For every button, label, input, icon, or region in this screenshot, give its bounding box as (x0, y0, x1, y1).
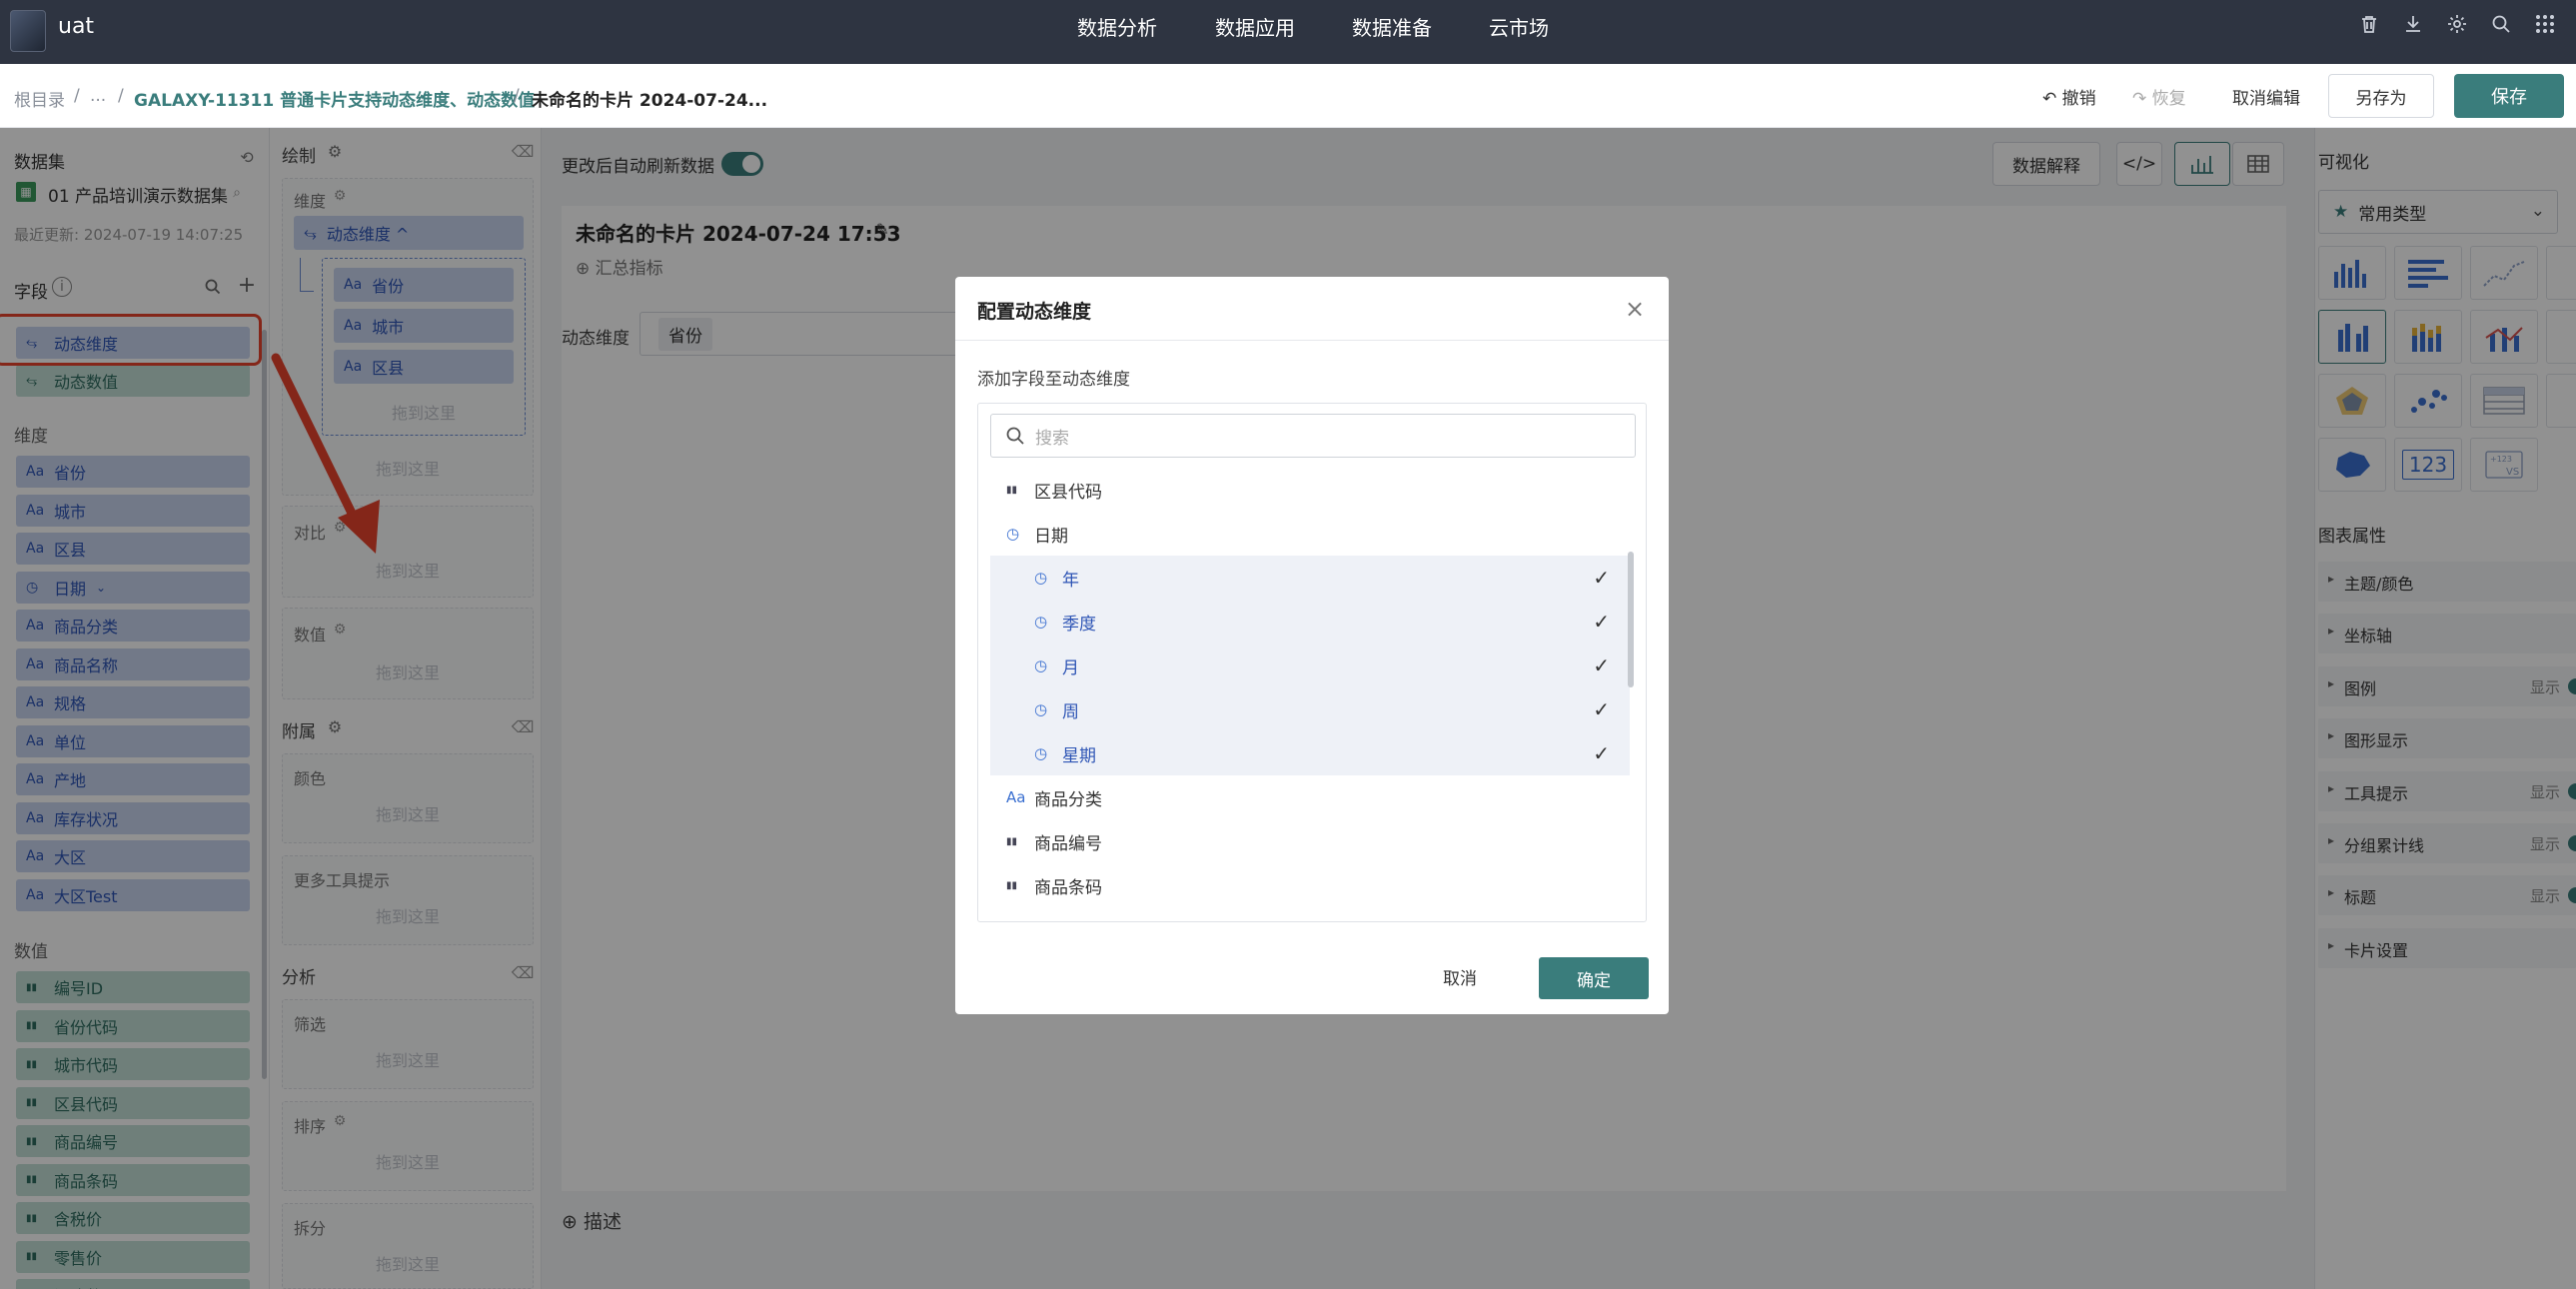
dialog-field-label: 区县代码 (1034, 482, 1102, 503)
search-icon (1006, 427, 1024, 445)
dialog-field-item[interactable]: ▮▮ 商品条码 (990, 863, 1630, 907)
dialog-field-label: 商品编号 (1034, 833, 1102, 854)
measure-field-icon: ▮▮ (1006, 835, 1018, 847)
save-button[interactable]: 保存 (2454, 74, 2564, 118)
save-as-button[interactable]: 另存为 (2328, 74, 2434, 118)
close-icon[interactable]: × (1621, 295, 1649, 323)
config-dynamic-dimension-dialog: 配置动态维度 × 添加字段至动态维度 搜索 ▮▮ 区县代码 ◷ 日期 ◷ 年 ✓ ◷ 季度 ✓ ◷ 月… (955, 277, 1669, 1014)
dialog-cancel-button[interactable]: 取消 (1443, 964, 1477, 989)
date-field-icon: ◷ (1034, 656, 1048, 674)
dialog-scrollbar[interactable] (1628, 552, 1634, 687)
undo-label: 撤销 (2061, 89, 2096, 109)
dialog-field-item[interactable]: ◷ 季度 ✓ (990, 600, 1630, 644)
dialog-field-label: 商品条码 (1034, 877, 1102, 898)
date-field-icon: ◷ (1006, 525, 1020, 543)
check-icon: ✓ (1593, 697, 1610, 721)
dialog-field-label: 月 (1062, 657, 1079, 678)
measure-field-icon: ▮▮ (1006, 484, 1018, 496)
dialog-field-item[interactable]: ◷ 周 ✓ (990, 687, 1630, 731)
dialog-field-item[interactable]: ◷ 日期 (990, 512, 1630, 556)
undo-button[interactable]: ↶ 撤销 (2042, 84, 2096, 109)
dialog-ok-button[interactable]: 确定 (1539, 957, 1649, 999)
breadcrumb-root[interactable]: 根目录 (14, 86, 65, 111)
dialog-title: 配置动态维度 (977, 301, 1092, 323)
check-icon: ✓ (1593, 610, 1610, 634)
date-field-icon: ◷ (1034, 613, 1048, 631)
date-field-icon: ◷ (1034, 700, 1048, 718)
dialog-field-item[interactable]: Aa 商品分类 (990, 775, 1630, 819)
breadcrumb-current: 未命名的卡片 2024-07-24... (532, 91, 768, 111)
topbar-overlay (0, 0, 2576, 64)
redo-label: 恢复 (2151, 89, 2186, 109)
check-icon: ✓ (1593, 741, 1610, 765)
cancel-edit-button[interactable]: 取消编辑 (2232, 84, 2300, 109)
dialog-search-input[interactable]: 搜索 (990, 414, 1636, 458)
measure-field-icon: ▮▮ (1006, 879, 1018, 891)
field-list-container: 搜索 ▮▮ 区县代码 ◷ 日期 ◷ 年 ✓ ◷ 季度 ✓ ◷ 月 ✓ ◷ 周 ✓ ◷ 星期 ✓ Aa 商品分类 ▮▮ 商品编… (977, 403, 1647, 922)
dialog-field-label: 星期 (1062, 745, 1096, 766)
dialog-field-label: 年 (1062, 570, 1079, 591)
date-field-icon: ◷ (1034, 744, 1048, 762)
dialog-divider (955, 340, 1669, 341)
check-icon: ✓ (1593, 653, 1610, 677)
breadcrumb-folder[interactable]: GALAXY-11311 普通卡片支持动态维度、动态数值 (134, 86, 535, 111)
redo-button[interactable]: ↷ 恢复 (2132, 84, 2186, 109)
breadcrumb-separator: / (118, 86, 124, 106)
dialog-field-item[interactable]: ▮▮ 商品编号 (990, 819, 1630, 863)
dialog-field-list: ▮▮ 区县代码 ◷ 日期 ◷ 年 ✓ ◷ 季度 ✓ ◷ 月 ✓ ◷ 周 ✓ ◷ 星期 ✓ Aa 商品分类 ▮▮ 商品编号 ▮▮… (990, 468, 1630, 917)
dialog-field-label: 商品分类 (1034, 789, 1102, 810)
dialog-field-item[interactable]: ◷ 年 ✓ (990, 556, 1630, 600)
breadcrumb-ellipsis[interactable]: ... (90, 86, 106, 106)
dialog-field-item[interactable]: ◷ 星期 ✓ (990, 731, 1630, 775)
dialog-field-item[interactable]: ▮▮ 区县代码 (990, 468, 1630, 512)
breadcrumb-separator: / (74, 86, 80, 106)
check-icon: ✓ (1593, 566, 1610, 590)
dialog-field-label: 日期 (1034, 526, 1068, 547)
dialog-field-label: 周 (1062, 701, 1079, 722)
search-placeholder: 搜索 (1035, 428, 1069, 449)
date-field-icon: ◷ (1034, 569, 1048, 587)
breadcrumb-separator: / (514, 86, 520, 106)
text-field-icon: Aa (1006, 788, 1026, 806)
dialog-subtitle: 添加字段至动态维度 (977, 370, 1130, 390)
dialog-field-label: 季度 (1062, 614, 1096, 635)
dialog-field-item[interactable]: ◷ 月 ✓ (990, 644, 1630, 687)
